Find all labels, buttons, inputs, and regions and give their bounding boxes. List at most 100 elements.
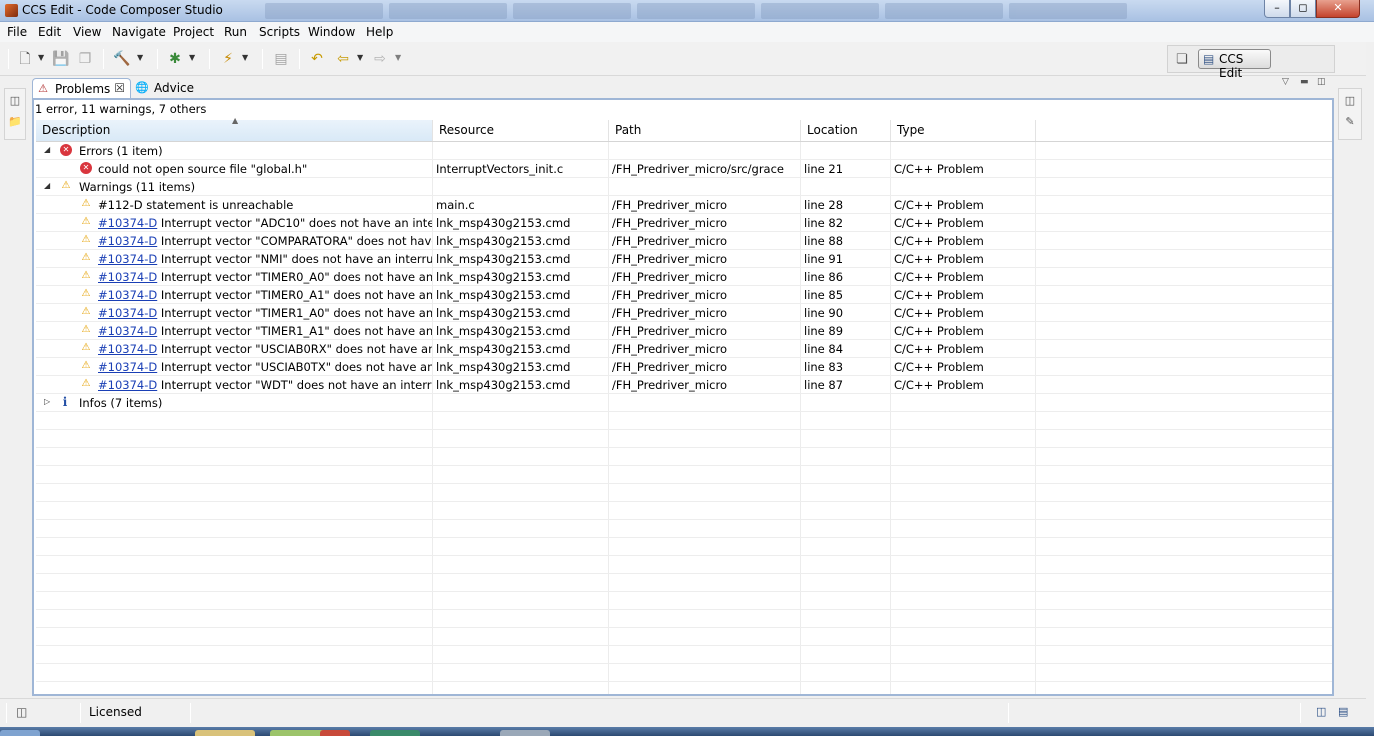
open-perspective-icon[interactable]: ❏ xyxy=(1176,52,1188,67)
menu-help[interactable]: Help xyxy=(366,25,393,39)
status-bar: ◫ Licensed ◫ ▤ xyxy=(0,698,1366,726)
tab-problems[interactable]: ⚠ Problems ☒ xyxy=(32,78,131,99)
forward-dropdown-icon[interactable]: ▼ xyxy=(395,53,403,63)
background-taskbar-previews xyxy=(265,3,1127,19)
console-icon[interactable]: ▤ xyxy=(1338,705,1348,718)
problem-row[interactable]: ✕ could not open source file "global.h" In… xyxy=(36,160,1332,178)
warning-id-link[interactable]: #10374-D xyxy=(98,360,157,374)
warning-id-link[interactable]: #10374-D xyxy=(98,270,157,284)
group-label: Errors (1 item) xyxy=(79,144,163,158)
close-button[interactable]: ✕ xyxy=(1316,0,1360,18)
project-explorer-icon[interactable]: 📁 xyxy=(8,115,22,129)
group-row[interactable]: ◢ ✕ Errors (1 item) xyxy=(36,142,1332,160)
debug-bug-icon[interactable]: ✱ xyxy=(166,50,184,68)
problem-row[interactable]: ⚠ #10374-D Interrupt vector "TIMER1_A1" d… xyxy=(36,322,1332,340)
warning-icon: ⚠ xyxy=(81,270,91,281)
minimize-button[interactable]: – xyxy=(1264,0,1290,18)
cell-resource: lnk_msp430g2153.cmd xyxy=(436,252,571,266)
start-orb[interactable] xyxy=(0,730,40,736)
view-menu-icon[interactable]: ▽ xyxy=(1282,77,1289,87)
restore-icon[interactable]: ◫ xyxy=(1316,705,1326,718)
problem-row[interactable]: ⚠ #10374-D Interrupt vector "TIMER0_A0" d… xyxy=(36,268,1332,286)
toggle-view-icon[interactable]: ▤ xyxy=(272,50,290,68)
column-resource[interactable]: Resource xyxy=(433,120,609,141)
menu-run[interactable]: Run xyxy=(224,25,247,39)
group-row[interactable]: ▷ i Infos (7 items) xyxy=(36,394,1332,412)
column-description[interactable]: Description ▲ xyxy=(36,116,433,141)
flash-icon[interactable]: ⚡ xyxy=(219,50,237,68)
new-dropdown-icon[interactable]: ▼ xyxy=(38,53,46,63)
save-icon[interactable]: 💾 xyxy=(52,50,70,68)
back-dropdown-icon[interactable]: ▼ xyxy=(357,53,365,63)
debug-dropdown-icon[interactable]: ▼ xyxy=(189,53,197,63)
ccs-edit-perspective-button[interactable]: ▤ CCS Edit xyxy=(1198,49,1271,80)
maximize-view-icon[interactable]: ◫ xyxy=(1317,77,1326,87)
taskbar-app-button[interactable] xyxy=(500,730,550,736)
menu-view[interactable]: View xyxy=(73,25,101,39)
collapse-twisty-icon[interactable]: ◢ xyxy=(44,145,54,154)
collapse-twisty-icon[interactable]: ◢ xyxy=(44,181,54,190)
warning-id-link[interactable]: #10374-D xyxy=(98,378,157,392)
warning-icon: ⚠ xyxy=(81,216,91,227)
problem-row[interactable]: ⚠ #10374-D Interrupt vector "TIMER1_A0" d… xyxy=(36,304,1332,322)
description-text: Interrupt vector "TIMER1_A1" does not ha… xyxy=(160,324,432,338)
tab-advice[interactable]: 🌐 Advice xyxy=(132,78,227,99)
cell-type: C/C++ Problem xyxy=(894,198,984,212)
warning-id-link[interactable]: #10374-D xyxy=(98,234,157,248)
taskbar-app-button[interactable] xyxy=(320,730,350,736)
outline-icon[interactable]: ✎ xyxy=(1343,115,1357,129)
cell-location: line 21 xyxy=(804,162,844,176)
description-text: Interrupt vector "COMPARATORA" does not … xyxy=(160,234,432,248)
ccs-edit-perspective-icon: ▤ xyxy=(1203,52,1215,66)
warning-id-link[interactable]: #10374-D xyxy=(98,324,157,338)
expand-twisty-icon[interactable]: ▷ xyxy=(44,397,54,406)
cell-type: C/C++ Problem xyxy=(894,216,984,230)
problem-row[interactable]: ⚠ #112-D statement is unreachable main.c/F… xyxy=(36,196,1332,214)
column-type[interactable]: Type xyxy=(891,120,1036,141)
menu-window[interactable]: Window xyxy=(308,25,355,39)
status-separator xyxy=(80,703,81,723)
problem-row[interactable]: ⚠ #10374-D Interrupt vector "ADC10" does … xyxy=(36,214,1332,232)
column-resource-label: Resource xyxy=(439,123,495,137)
problem-row[interactable]: ⚠ #10374-D Interrupt vector "WDT" does no… xyxy=(36,376,1332,394)
warning-id-link[interactable]: #10374-D xyxy=(98,306,157,320)
taskbar-app-button[interactable] xyxy=(370,730,420,736)
menu-edit[interactable]: Edit xyxy=(38,25,61,39)
build-dropdown-icon[interactable]: ▼ xyxy=(137,53,145,63)
back-arrow-icon[interactable]: ⇦ xyxy=(334,50,352,68)
problem-row[interactable]: ⚠ #10374-D Interrupt vector "USCIAB0RX" d… xyxy=(36,340,1332,358)
flash-dropdown-icon[interactable]: ▼ xyxy=(242,53,250,63)
cell-type: C/C++ Problem xyxy=(894,234,984,248)
build-hammer-icon[interactable]: 🔨 xyxy=(113,50,131,68)
close-tab-icon[interactable]: ☒ xyxy=(114,81,125,95)
warning-id-link[interactable]: #10374-D xyxy=(98,342,157,356)
column-path[interactable]: Path xyxy=(609,120,801,141)
menu-navigate[interactable]: Navigate xyxy=(112,25,166,39)
problem-row[interactable]: ⚠ #10374-D Interrupt vector "TIMER0_A1" d… xyxy=(36,286,1332,304)
taskbar-app-button[interactable] xyxy=(195,730,255,736)
problem-row[interactable]: ⚠ #10374-D Interrupt vector "NMI" does no… xyxy=(36,250,1332,268)
restore-icon[interactable]: ◫ xyxy=(1343,94,1357,108)
column-location[interactable]: Location xyxy=(801,120,891,141)
error-icon: ✕ xyxy=(60,144,72,156)
license-status: Licensed xyxy=(89,705,142,719)
restore-icon[interactable]: ◫ xyxy=(8,94,22,108)
save-all-icon[interactable]: ❐ xyxy=(76,50,94,68)
warning-id-link[interactable]: #10374-D xyxy=(98,252,157,266)
forward-arrow-icon[interactable]: ⇨ xyxy=(371,50,389,68)
last-edit-location-icon[interactable]: ↶ xyxy=(308,50,326,68)
new-icon[interactable]: 🗋 xyxy=(16,50,34,68)
fast-view-icon[interactable]: ◫ xyxy=(16,705,27,719)
warning-id-link[interactable]: #10374-D xyxy=(98,288,157,302)
menu-project[interactable]: Project xyxy=(173,25,214,39)
menu-scripts[interactable]: Scripts xyxy=(259,25,300,39)
minimize-view-icon[interactable]: ▬ xyxy=(1300,77,1309,87)
maximize-button[interactable]: ◻ xyxy=(1290,0,1316,18)
menu-file[interactable]: File xyxy=(7,25,27,39)
group-row[interactable]: ◢ ⚠ Warnings (11 items) xyxy=(36,178,1332,196)
warning-id-link[interactable]: #10374-D xyxy=(98,216,157,230)
cell-location: line 87 xyxy=(804,378,844,392)
problem-row[interactable]: ⚠ #10374-D Interrupt vector "COMPARATORA"… xyxy=(36,232,1332,250)
column-path-label: Path xyxy=(615,123,642,137)
problem-row[interactable]: ⚠ #10374-D Interrupt vector "USCIAB0TX" d… xyxy=(36,358,1332,376)
